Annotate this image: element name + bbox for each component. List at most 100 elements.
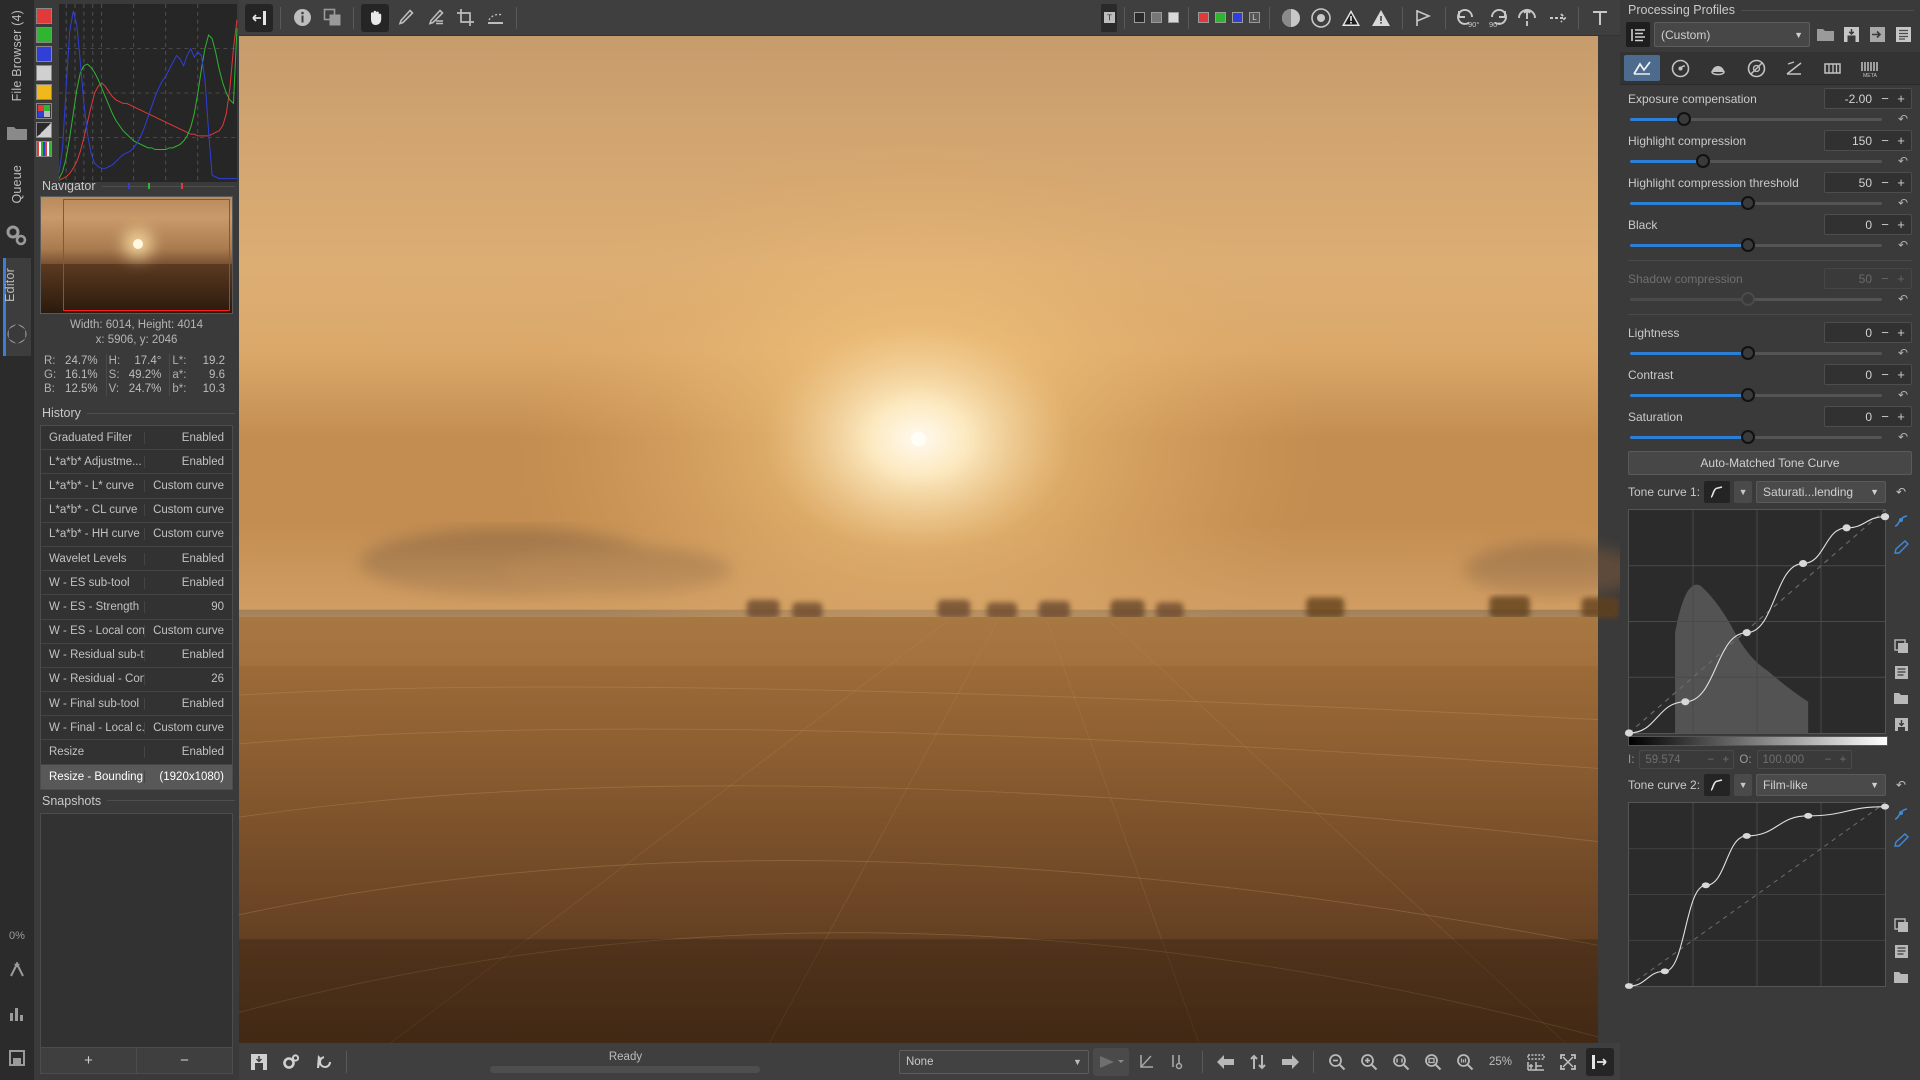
tone-curve-1-editor[interactable] bbox=[1624, 509, 1890, 737]
curve-paste-icon[interactable] bbox=[1890, 662, 1912, 682]
tone-curve-input-field[interactable]: 59.574 − + bbox=[1639, 750, 1735, 769]
curve-control-point[interactable] bbox=[1880, 803, 1890, 810]
metadata-t-icon[interactable]: T bbox=[1101, 3, 1117, 32]
paste-profile-icon[interactable] bbox=[1892, 24, 1914, 46]
channel-red[interactable] bbox=[1198, 12, 1209, 23]
straighten-tool-button[interactable] bbox=[481, 4, 509, 32]
table-row[interactable]: W - Residual - Con...26 bbox=[41, 668, 232, 693]
histogram-mode-toggle[interactable] bbox=[36, 122, 52, 138]
before-after-info-button[interactable] bbox=[288, 4, 316, 32]
history-list[interactable]: Graduated Filter Enabled L*a*b* Adjustme..… bbox=[40, 425, 233, 790]
metadata-button[interactable] bbox=[1586, 4, 1614, 32]
slider-value-field[interactable]: 0− + bbox=[1824, 406, 1912, 427]
tone-curve-2-reset-button[interactable]: ↶ bbox=[1890, 775, 1912, 795]
gamut-warning-button[interactable] bbox=[1307, 4, 1335, 32]
indicator-clipped-highlights[interactable] bbox=[1151, 12, 1162, 23]
input-minus-button[interactable]: − bbox=[1703, 754, 1718, 766]
tone-curve-1-reset-button[interactable]: ↶ bbox=[1890, 482, 1912, 502]
spot-wb-picker-button[interactable] bbox=[421, 4, 449, 32]
tone-curve-1-type-dropdown[interactable]: ▼ bbox=[1734, 481, 1753, 503]
toggle-right-panel-button[interactable] bbox=[1586, 1047, 1614, 1076]
histogram-chromaticity-toggle[interactable] bbox=[36, 84, 52, 100]
slider-plus-button[interactable]: + bbox=[1893, 133, 1909, 148]
send-to-editor-button[interactable] bbox=[309, 1048, 337, 1076]
tone-curve-2-type-dropdown[interactable]: ▼ bbox=[1734, 774, 1753, 796]
rail-tab-editor[interactable]: Editor bbox=[3, 258, 17, 312]
slider-reset-button[interactable]: ↶ bbox=[1898, 112, 1908, 126]
tone-curve-output-field[interactable]: 100.000 − + bbox=[1756, 750, 1852, 769]
tab-advanced[interactable] bbox=[1738, 55, 1774, 81]
zoom-fit-crop-button[interactable] bbox=[1387, 1048, 1415, 1076]
next-image-button[interactable] bbox=[1276, 1048, 1304, 1076]
histogram-rail-icon[interactable] bbox=[3, 1000, 31, 1028]
flip-horizontal-icon[interactable] bbox=[1543, 4, 1571, 32]
tone-curve-2-mode-select[interactable]: Film-like ▼ bbox=[1756, 774, 1886, 796]
slider-plus-button[interactable]: + bbox=[1893, 409, 1909, 424]
curve-control-point[interactable] bbox=[1701, 882, 1710, 889]
histogram-red-toggle[interactable] bbox=[36, 8, 52, 24]
tab-color[interactable] bbox=[1700, 55, 1736, 81]
image-canvas[interactable] bbox=[239, 36, 1620, 1043]
auto-matched-tone-curve-button[interactable]: Auto-Matched Tone Curve bbox=[1628, 451, 1912, 475]
rotate-right-90-icon[interactable]: 90° bbox=[1483, 4, 1511, 32]
table-row[interactable]: Resize Enabled bbox=[41, 740, 232, 765]
table-row[interactable]: W - ES - Local con... Custom curve bbox=[41, 620, 232, 644]
curve-control-point[interactable] bbox=[1624, 983, 1634, 989]
put-to-queue-button[interactable] bbox=[277, 1048, 305, 1076]
slider-handle[interactable] bbox=[1741, 346, 1755, 360]
slider-minus-button[interactable]: − bbox=[1877, 175, 1893, 190]
slider-value-field[interactable]: 0− + bbox=[1824, 322, 1912, 343]
indicator-clipped-shadows[interactable] bbox=[1134, 12, 1145, 23]
slider-handle[interactable] bbox=[1677, 112, 1692, 126]
slider-track[interactable]: ↶ bbox=[1628, 111, 1912, 127]
slider-track[interactable]: ↶ bbox=[1628, 195, 1912, 211]
tone-curve-2-editor[interactable] bbox=[1624, 802, 1890, 989]
slider-reset-button[interactable]: ↶ bbox=[1898, 196, 1908, 210]
table-row[interactable]: L*a*b* Adjustme... Enabled bbox=[41, 450, 232, 475]
curve-control-point[interactable] bbox=[1624, 729, 1634, 737]
slider-value-field[interactable]: -2.00− + bbox=[1824, 88, 1912, 109]
curve-control-point[interactable] bbox=[1880, 513, 1890, 521]
slider-minus-button[interactable]: − bbox=[1877, 91, 1893, 106]
tone-curve-2-type-button[interactable] bbox=[1704, 774, 1731, 796]
slider-track[interactable]: ↶ bbox=[1628, 153, 1912, 169]
slider-handle[interactable] bbox=[1741, 388, 1755, 402]
tone-curve-1-mode-select[interactable]: Saturati...lending ▼ bbox=[1756, 481, 1886, 503]
table-row[interactable]: L*a*b* - L* curve Custom curve bbox=[41, 474, 232, 499]
profile-select[interactable]: (Custom) ▼ bbox=[1654, 22, 1810, 47]
add-snapshot-button[interactable]: + bbox=[41, 1048, 136, 1073]
slider-reset-button[interactable]: ↶ bbox=[1898, 388, 1908, 402]
navigator-viewport-rect[interactable] bbox=[63, 199, 230, 311]
zoom-in-button[interactable] bbox=[1355, 1048, 1383, 1076]
curve-control-point[interactable] bbox=[1681, 698, 1690, 706]
slider-reset-button[interactable]: ↶ bbox=[1898, 346, 1908, 360]
curve2-paste-icon[interactable] bbox=[1890, 941, 1912, 961]
slider-minus-button[interactable]: − bbox=[1877, 367, 1893, 382]
before-after-view-button[interactable] bbox=[318, 4, 346, 32]
output-minus-button[interactable]: − bbox=[1821, 754, 1836, 766]
histogram-blue-toggle[interactable] bbox=[36, 46, 52, 62]
input-plus-button[interactable]: + bbox=[1718, 754, 1733, 766]
table-row[interactable]: W - ES sub-tool Enabled bbox=[41, 571, 232, 596]
slider-plus-button[interactable]: + bbox=[1893, 217, 1909, 232]
table-row[interactable]: L*a*b* - HH curve Custom curve bbox=[41, 523, 232, 547]
sync-thumbnail-button[interactable] bbox=[1244, 1048, 1272, 1076]
highlight-warning-button[interactable] bbox=[1367, 4, 1395, 32]
fullscreen-button[interactable] bbox=[1554, 1048, 1582, 1076]
channel-green[interactable] bbox=[1215, 12, 1226, 23]
curve-control-point[interactable] bbox=[1798, 559, 1808, 568]
save-disk-icon[interactable] bbox=[1840, 24, 1862, 46]
curve2-pencil-icon[interactable] bbox=[1890, 830, 1912, 850]
zoom-out-button[interactable] bbox=[1323, 1048, 1351, 1076]
previous-image-button[interactable] bbox=[1212, 1048, 1240, 1076]
curve2-load-icon[interactable] bbox=[1890, 967, 1912, 987]
slider-minus-button[interactable]: − bbox=[1877, 325, 1893, 340]
curve2-edit-point-icon[interactable] bbox=[1890, 804, 1912, 824]
table-row[interactable]: W - Final - Local c... Custom curve bbox=[41, 716, 232, 741]
slider-reset-button[interactable]: ↶ bbox=[1898, 238, 1908, 252]
zoom-100-button[interactable] bbox=[1451, 1048, 1479, 1076]
slider-track[interactable]: ↶ bbox=[1628, 429, 1912, 445]
histogram-bar-toggle[interactable] bbox=[36, 141, 52, 157]
histogram-luminance-toggle[interactable] bbox=[36, 65, 52, 81]
table-row[interactable]: W - ES - Strength 90 bbox=[41, 595, 232, 620]
